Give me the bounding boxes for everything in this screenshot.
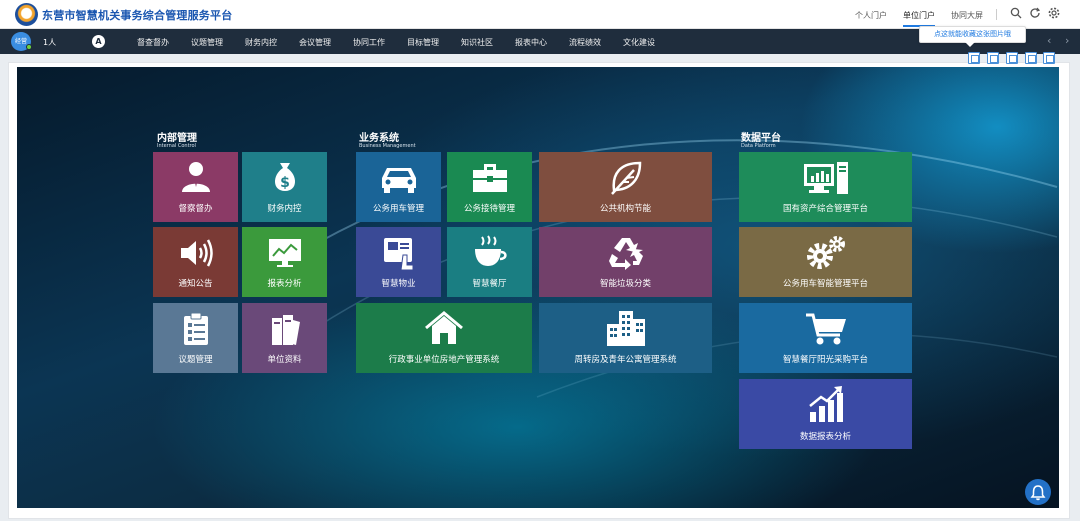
coffee-icon bbox=[474, 235, 507, 266]
section-internal-subtitle: Internal Control bbox=[157, 143, 196, 149]
section-business-subtitle: Business Management bbox=[359, 143, 416, 149]
tile-label: 智慧餐厅阳光采购平台 bbox=[782, 355, 868, 365]
favorite-tooltip: 点这就能收藏这张图片哦 bbox=[919, 26, 1026, 47]
tile-property[interactable]: 智慧物业 bbox=[356, 227, 441, 297]
nav-item-collaboration[interactable]: 协同工作 bbox=[353, 37, 385, 48]
briefcase-icon bbox=[472, 164, 507, 192]
tile-finance[interactable]: $ 财务内控 bbox=[242, 152, 327, 222]
tile-docs[interactable]: 单位资料 bbox=[242, 303, 327, 373]
nav-item-finance[interactable]: 财务内控 bbox=[245, 37, 277, 48]
tile-label: 议题管理 bbox=[178, 355, 213, 365]
top-header: 东营市智慧机关事务综合管理服务平台 个人门户 单位门户 协同大屏 bbox=[0, 0, 1080, 29]
notification-bell-icon[interactable] bbox=[1025, 479, 1051, 505]
tile-purchase[interactable]: 智慧餐厅阳光采购平台 bbox=[739, 303, 912, 373]
nav-collab-screen[interactable]: 协同大屏 bbox=[951, 10, 983, 21]
nav-unit-portal[interactable]: 单位门户 bbox=[903, 10, 935, 27]
export-icon[interactable] bbox=[1025, 52, 1037, 64]
site-title: 东营市智慧机关事务综合管理服务平台 bbox=[42, 9, 233, 22]
tile-notice[interactable]: 通知公告 bbox=[153, 227, 238, 297]
nav-item-culture[interactable]: 文化建设 bbox=[623, 37, 655, 48]
save-icon[interactable] bbox=[987, 52, 999, 64]
tile-apartment[interactable]: 周转房及青年公寓管理系统 bbox=[539, 303, 712, 373]
portal-stage: 内部管理 Internal Control 业务系统 Business Mana… bbox=[17, 67, 1059, 508]
screenshot-icon[interactable] bbox=[968, 52, 980, 64]
tile-report[interactable]: 报表分析 bbox=[242, 227, 327, 297]
books-icon bbox=[271, 315, 300, 345]
tile-label: 督察督办 bbox=[178, 204, 213, 214]
house-icon bbox=[425, 311, 463, 344]
nav-item-topics[interactable]: 议题管理 bbox=[191, 37, 223, 48]
cart-icon bbox=[805, 313, 846, 345]
buildings-icon bbox=[606, 311, 645, 346]
nav-item-knowledge[interactable]: 知识社区 bbox=[461, 37, 493, 48]
tile-supervise[interactable]: 督察督办 bbox=[153, 152, 238, 222]
tile-label: 数据报表分析 bbox=[799, 432, 851, 442]
tile-label: 行政事业单位房地产管理系统 bbox=[388, 355, 500, 365]
chart-monitor-icon bbox=[268, 239, 301, 267]
settings-icon[interactable] bbox=[1047, 7, 1061, 21]
tile-car[interactable]: 公务用车管理 bbox=[356, 152, 441, 222]
person-icon bbox=[181, 162, 210, 192]
tile-garbage[interactable]: 智能垃圾分类 bbox=[539, 227, 712, 297]
money-bag-icon: $ bbox=[274, 163, 295, 191]
speaker-icon bbox=[180, 239, 213, 267]
tile-assets[interactable]: 国有资产综合管理平台 bbox=[739, 152, 912, 222]
section-internal-title: 内部管理 bbox=[157, 133, 197, 144]
tile-label: 智慧物业 bbox=[381, 279, 416, 289]
search-icon[interactable] bbox=[1009, 7, 1023, 21]
online-status-dot bbox=[26, 44, 32, 50]
nav-item-supervision[interactable]: 督查督办 bbox=[137, 37, 169, 48]
nav-item-meetings[interactable]: 会议管理 bbox=[299, 37, 331, 48]
computer-icon bbox=[803, 162, 848, 194]
section-data-subtitle: Data Platform bbox=[741, 143, 776, 149]
copy-icon[interactable] bbox=[1006, 52, 1018, 64]
tablet-icon bbox=[383, 238, 413, 271]
gears-icon bbox=[806, 236, 845, 269]
svg-text:$: $ bbox=[280, 175, 290, 191]
main-navbar: 经营 1人 A 督查督办 议题管理 财务内控 会议管理 协同工作 目标管理 知识… bbox=[0, 29, 1080, 54]
tile-label: 智能垃圾分类 bbox=[599, 279, 651, 289]
header-divider bbox=[996, 9, 997, 20]
tile-energy[interactable]: 公共机构节能 bbox=[539, 152, 712, 222]
online-user-count: 1人 bbox=[43, 38, 57, 47]
tile-label: 财务内控 bbox=[267, 204, 302, 214]
tool-settings-icon[interactable] bbox=[1043, 52, 1055, 64]
tile-carplatform[interactable]: 公务用车智能管理平台 bbox=[739, 227, 912, 297]
nav-item-workflow[interactable]: 流程绩效 bbox=[569, 37, 601, 48]
clipboard-icon bbox=[183, 312, 208, 345]
home-badge-icon[interactable]: A bbox=[92, 35, 105, 48]
car-icon bbox=[381, 168, 416, 193]
tile-label: 周转房及青年公寓管理系统 bbox=[574, 355, 677, 365]
section-data-title: 数据平台 bbox=[741, 133, 781, 144]
tile-label: 公务用车管理 bbox=[372, 204, 424, 214]
tile-canteen[interactable]: 智慧餐厅 bbox=[447, 227, 532, 297]
tile-housing[interactable]: 行政事业单位房地产管理系统 bbox=[356, 303, 532, 373]
tile-label: 通知公告 bbox=[178, 279, 213, 289]
recycle-icon bbox=[608, 238, 643, 270]
tile-label: 单位资料 bbox=[267, 355, 302, 365]
nav-personal-portal[interactable]: 个人门户 bbox=[855, 10, 887, 21]
nav-item-reports[interactable]: 报表中心 bbox=[515, 37, 547, 48]
nav-prev-arrow-icon[interactable]: ‹ bbox=[1047, 34, 1051, 47]
tile-stats[interactable]: 数据报表分析 bbox=[739, 379, 912, 449]
leaf-icon bbox=[610, 161, 641, 195]
tile-label: 公务接待管理 bbox=[463, 204, 515, 214]
tile-label: 公务用车智能管理平台 bbox=[782, 279, 868, 289]
tile-label: 国有资产综合管理平台 bbox=[782, 204, 868, 214]
section-business-title: 业务系统 bbox=[359, 133, 399, 144]
tile-reception[interactable]: 公务接待管理 bbox=[447, 152, 532, 222]
nav-item-goals[interactable]: 目标管理 bbox=[407, 37, 439, 48]
nav-next-arrow-icon[interactable]: › bbox=[1065, 34, 1069, 47]
tile-label: 报表分析 bbox=[267, 279, 302, 289]
tile-label: 公共机构节能 bbox=[599, 204, 651, 214]
tile-topic[interactable]: 议题管理 bbox=[153, 303, 238, 373]
tile-label: 智慧餐厅 bbox=[472, 279, 507, 289]
refresh-icon[interactable] bbox=[1028, 7, 1042, 21]
logo bbox=[15, 3, 38, 26]
growth-chart-icon bbox=[808, 386, 843, 422]
